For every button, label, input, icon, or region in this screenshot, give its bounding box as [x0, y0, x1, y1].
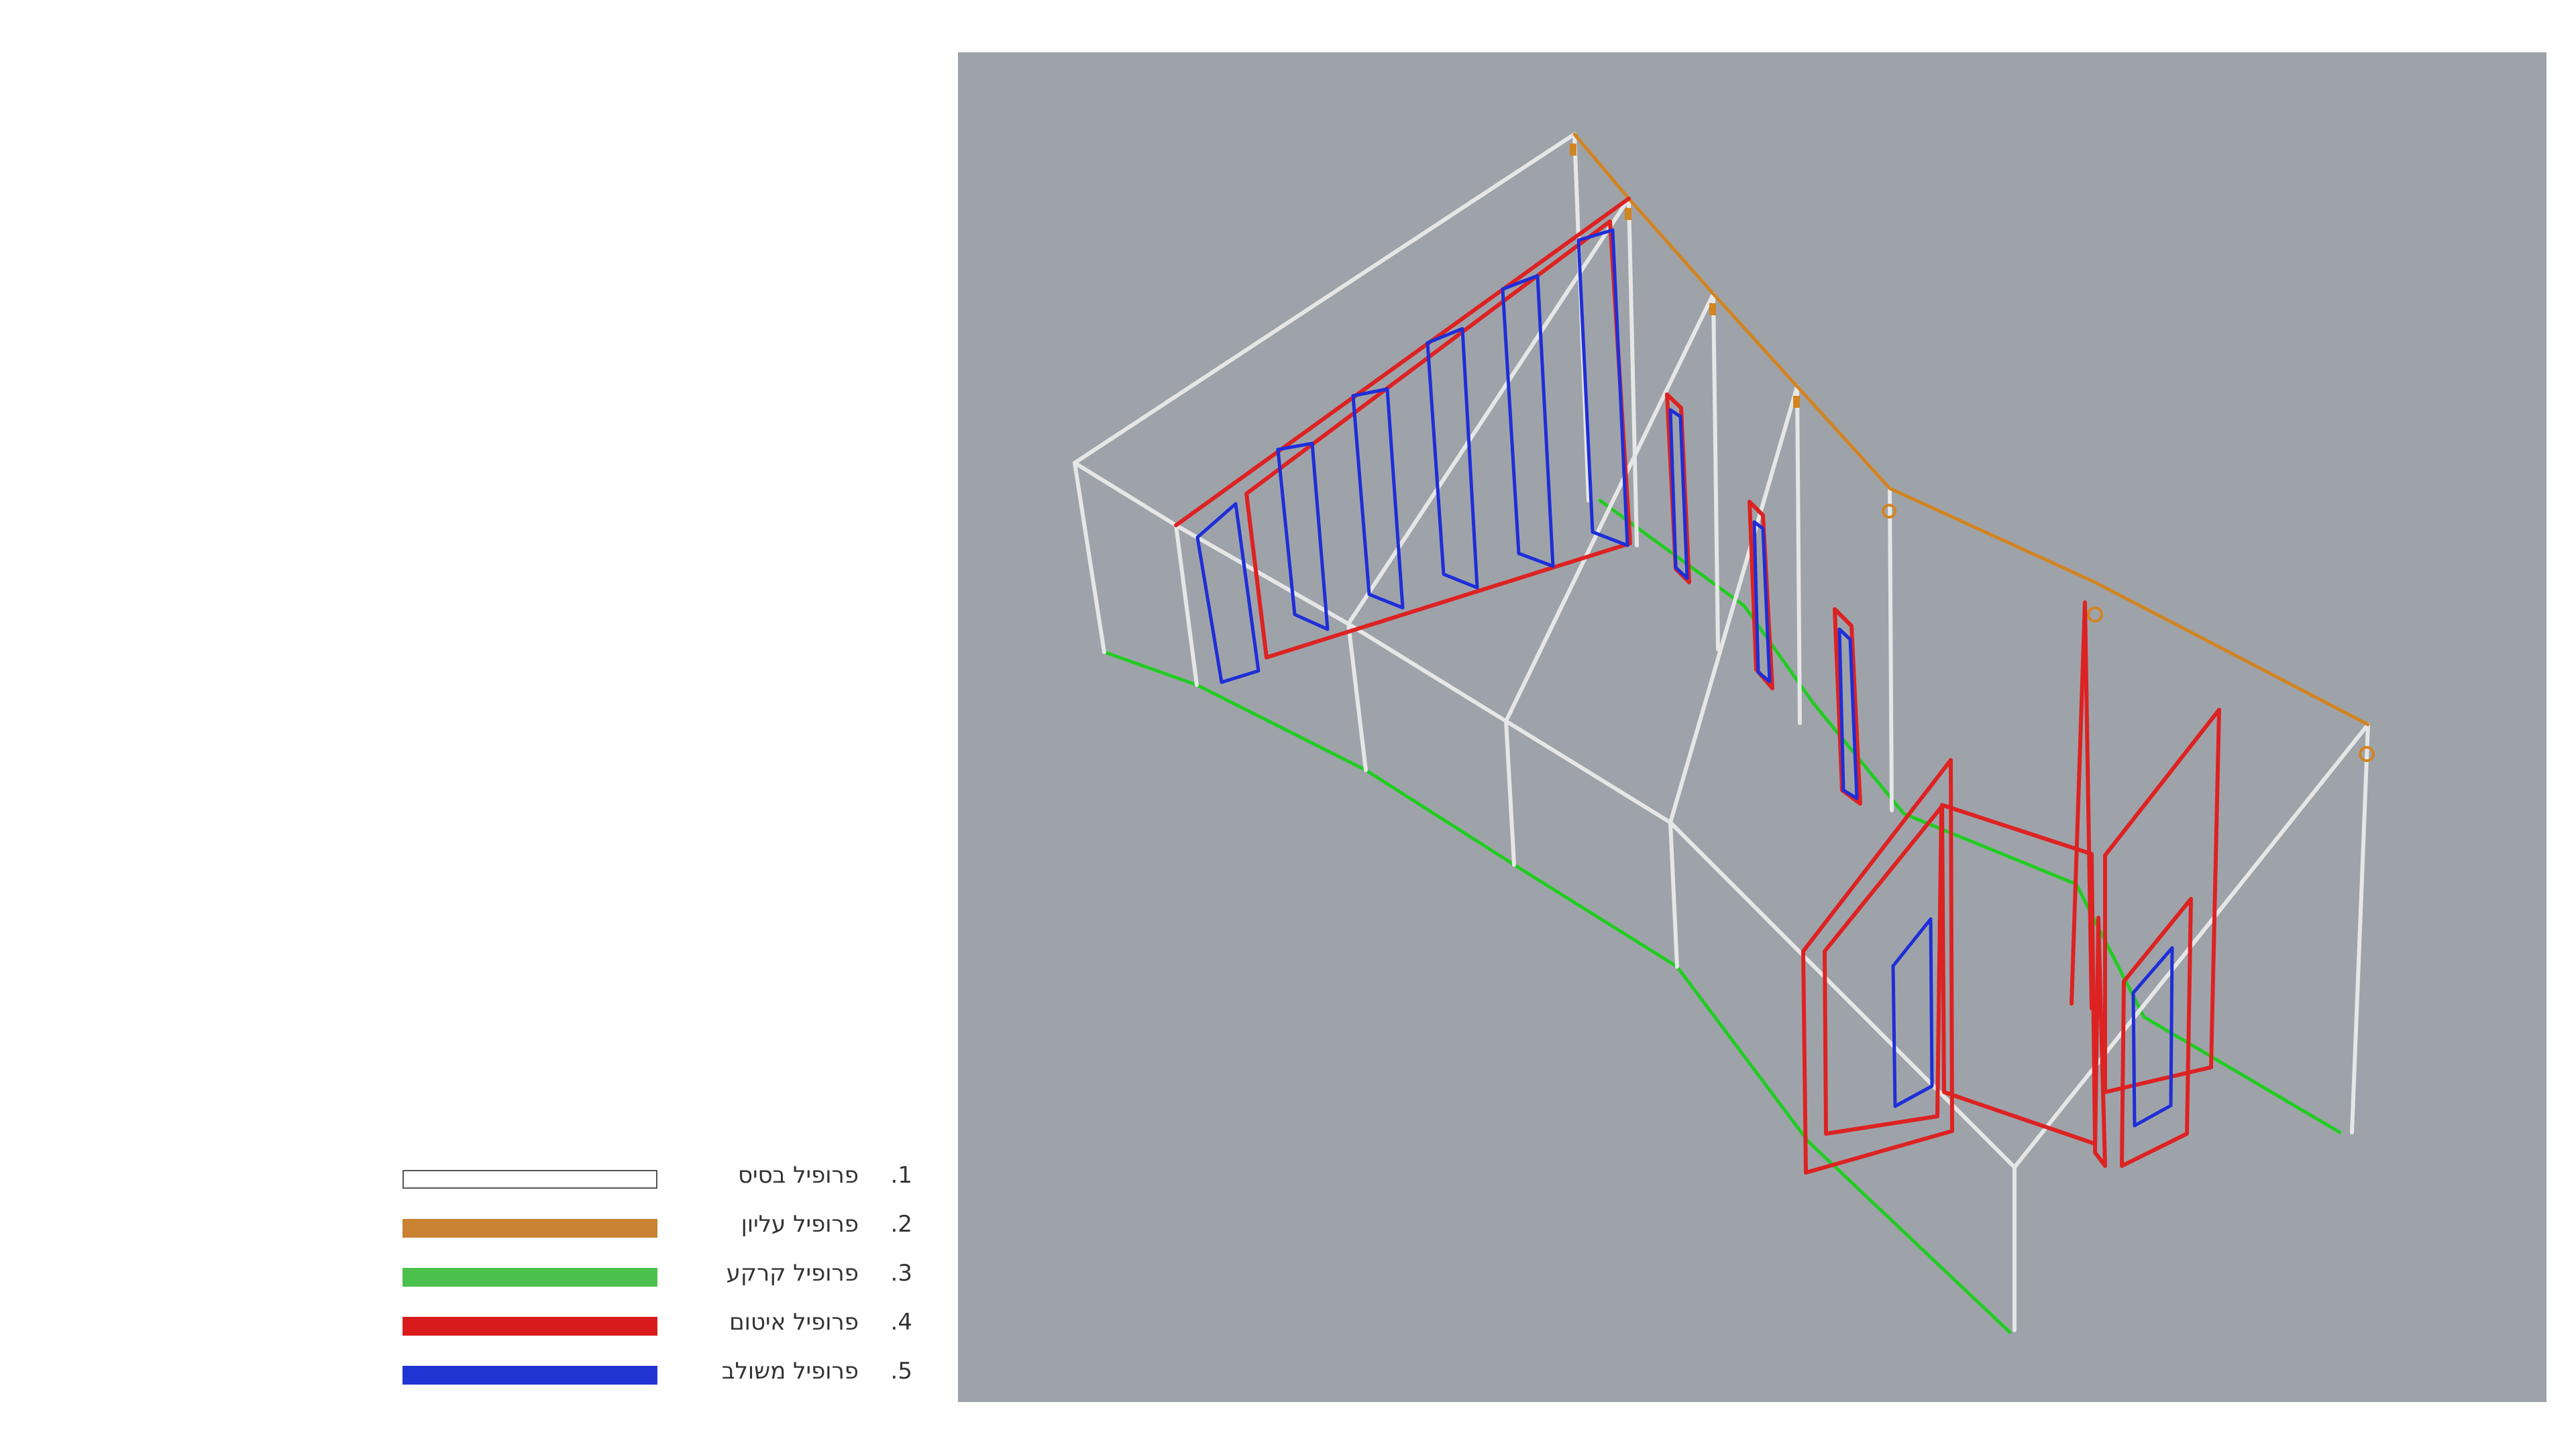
3d-viewport[interactable] — [958, 52, 2546, 1402]
legend-item-base: פרופיל בסיס .1 — [402, 1154, 912, 1202]
legend-swatch-base — [402, 1170, 657, 1189]
wireframe-model — [958, 52, 2546, 1402]
top-profile-connector — [1625, 208, 1631, 220]
legend-swatch-ground — [402, 1268, 657, 1287]
legend-item-top: פרופיל עליון .2 — [402, 1203, 912, 1251]
legend-number: .1 — [890, 1162, 912, 1189]
legend-item-combo: פרופיל משולב .5 — [402, 1350, 912, 1398]
legend-label: פרופיל משולב — [721, 1358, 859, 1385]
legend-number: .5 — [890, 1358, 912, 1385]
legend-number: .4 — [890, 1309, 912, 1336]
legend-swatch-top — [402, 1219, 657, 1238]
top-profile-connector — [1709, 303, 1716, 315]
legend-label: פרופיל עליון — [741, 1211, 859, 1238]
legend-label: פרופיל בסיס — [737, 1162, 859, 1189]
top-profile-connector — [1570, 144, 1576, 156]
legend-item-ground: פרופיל קרקע .3 — [402, 1252, 912, 1300]
top-profile-connector — [1793, 396, 1800, 408]
legend-number: .2 — [890, 1211, 912, 1238]
legend-swatch-combo — [402, 1366, 657, 1385]
legend-swatch-seal — [402, 1317, 657, 1336]
legend-item-seal: פרופיל איטום .4 — [402, 1301, 912, 1349]
legend-number: .3 — [890, 1260, 912, 1287]
legend: פרופיל בסיס .1 פרופיל עליון .2 פרופיל קר… — [402, 1154, 912, 1409]
legend-label: פרופיל איטום — [729, 1309, 859, 1336]
legend-label: פרופיל קרקע — [726, 1260, 859, 1287]
viewport-background — [958, 52, 2546, 1402]
